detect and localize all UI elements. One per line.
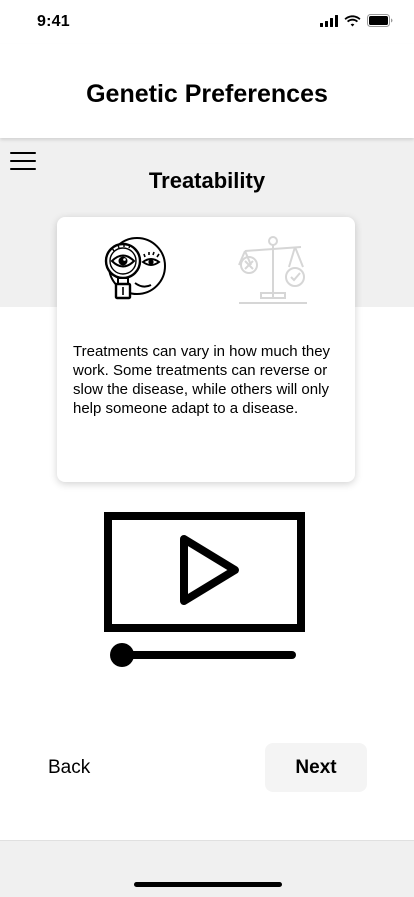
cellular-signal-icon: [320, 14, 338, 27]
home-indicator[interactable]: [134, 882, 282, 887]
scale-balance-icon: [238, 236, 307, 304]
status-icons: [320, 14, 394, 27]
status-bar: 9:41: [0, 0, 414, 44]
section-title: Treatability: [148, 168, 266, 193]
back-button[interactable]: Back: [48, 757, 90, 779]
next-button[interactable]: Next: [265, 743, 367, 792]
battery-icon: [367, 14, 393, 27]
page-title: Genetic Preferences: [86, 80, 328, 108]
status-time: 9:41: [37, 13, 70, 30]
video-player[interactable]: [104, 512, 306, 670]
header: Genetic Preferences: [0, 44, 414, 138]
wifi-icon: [344, 14, 361, 26]
video-scrubber-handle[interactable]: [110, 643, 134, 667]
magnifier-eye-face-icon: [104, 237, 166, 300]
card-description: Treatments can vary in how much they wor…: [73, 343, 331, 417]
bottom-bar: [0, 840, 414, 897]
info-card: Treatments can vary in how much they wor…: [57, 217, 355, 482]
